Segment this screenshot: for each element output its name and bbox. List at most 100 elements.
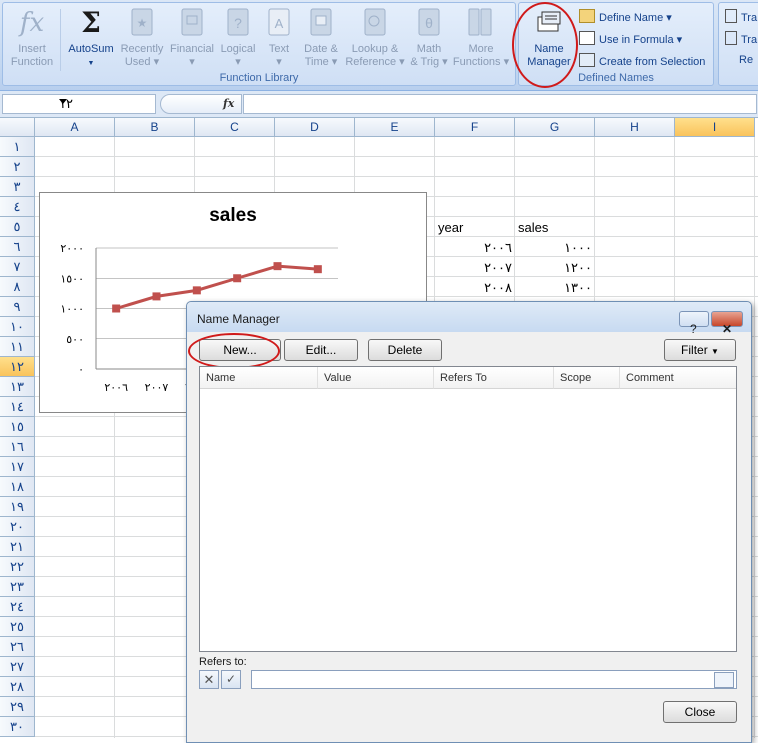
data-point[interactable] (112, 304, 121, 313)
column-header-b[interactable]: B (115, 118, 195, 137)
trace-precedents-button[interactable]: Tra (725, 9, 757, 24)
text-button[interactable]: A Text ▾ (261, 7, 297, 69)
close-button[interactable]: Close (663, 701, 737, 723)
edit-button-label: Edit... (305, 343, 337, 357)
cell-G8[interactable]: ١٣٠٠ (515, 278, 595, 298)
row-header[interactable]: ٢٤ (0, 597, 35, 617)
row-header[interactable]: ١٤ (0, 397, 35, 417)
column-gridline (754, 137, 755, 738)
row-header[interactable]: ٢٩ (0, 697, 35, 717)
column-header-f[interactable]: F (435, 118, 515, 137)
cancel-edit-icon[interactable]: ✕ (199, 670, 219, 689)
close-x-button[interactable]: ✕ (711, 311, 743, 336)
column-header-c[interactable]: C (195, 118, 275, 137)
create-from-selection-button[interactable]: Create from Selection (579, 53, 705, 68)
names-list[interactable]: Name Value Refers To Scope Comment (199, 366, 737, 652)
row-header[interactable]: ٧ (0, 257, 35, 277)
logical-button[interactable]: ? Logical ▾ (217, 7, 259, 69)
y-tick-label: ١٠٠٠ (60, 303, 84, 316)
cell-F8[interactable]: ٢٠٠٨ (435, 278, 515, 298)
cell-F7[interactable]: ٢٠٠٧ (435, 258, 515, 278)
cell-G7[interactable]: ١٢٠٠ (515, 258, 595, 278)
book-date-icon (310, 8, 332, 36)
column-header-d[interactable]: D (275, 118, 355, 137)
logical-label: Logical (220, 43, 256, 55)
row-header[interactable]: ١٧ (0, 457, 35, 477)
data-point[interactable] (192, 286, 201, 295)
row-header[interactable]: ٦ (0, 237, 35, 257)
help-button[interactable]: ? (679, 311, 709, 336)
name-box[interactable]: ١٢ (2, 94, 156, 114)
data-point[interactable] (313, 265, 322, 274)
row-header[interactable]: ٢ (0, 157, 35, 177)
row-header[interactable]: ١٥ (0, 417, 35, 437)
data-point[interactable] (152, 292, 161, 301)
cell-F5[interactable]: year (435, 218, 515, 238)
math-trig-button[interactable]: θ Math & Trig ▾ (407, 7, 451, 69)
insert-function-fx-button[interactable]: fx (160, 94, 242, 114)
column-header-a[interactable]: A (35, 118, 115, 137)
col-header-value[interactable]: Value (318, 367, 434, 389)
row-header[interactable]: ٢٠ (0, 517, 35, 537)
data-point[interactable] (273, 262, 282, 271)
collapse-dialog-icon[interactable] (714, 672, 734, 688)
row-header[interactable]: ٢٨ (0, 677, 35, 697)
cell-G5[interactable]: sales (515, 218, 595, 238)
row-header[interactable]: ١١ (0, 337, 35, 357)
row-header[interactable]: ١٦ (0, 437, 35, 457)
lookup-reference-button[interactable]: Lookup & Reference ▾ (343, 7, 407, 69)
delete-button[interactable]: Delete (368, 339, 442, 361)
col-header-refers-to[interactable]: Refers To (434, 367, 554, 389)
confirm-edit-icon[interactable]: ✓ (221, 670, 241, 689)
remove-arrows-button[interactable]: Re (725, 53, 753, 66)
row-header[interactable]: ١٣ (0, 377, 35, 397)
formula-input[interactable] (243, 94, 757, 114)
insert-function-button[interactable]: fx Insert Function (7, 7, 57, 69)
row-header[interactable]: ٢١ (0, 537, 35, 557)
more-functions-button[interactable]: More Functions ▾ (451, 7, 511, 69)
row-header[interactable]: ٣٠ (0, 717, 35, 737)
row-header[interactable]: ٢٣ (0, 577, 35, 597)
column-header-g[interactable]: G (515, 118, 595, 137)
row-header[interactable]: ٣ (0, 177, 35, 197)
column-header-h[interactable]: H (595, 118, 675, 137)
row-header[interactable]: ٥ (0, 217, 35, 237)
y-tick-label: ٢٠٠٠ (60, 242, 84, 255)
row-header[interactable]: ١ (0, 137, 35, 157)
recently-used-button[interactable]: ★ Recently Used ▾ (119, 7, 165, 69)
trace-dependents-button[interactable]: Tra (725, 31, 757, 46)
row-header[interactable]: ١٩ (0, 497, 35, 517)
row-header[interactable]: ١٢ (0, 357, 35, 377)
row-gridline (35, 176, 758, 177)
date-time-button[interactable]: Date & Time ▾ (299, 7, 343, 69)
financial-button[interactable]: Financial ▾ (167, 7, 217, 69)
col-header-scope[interactable]: Scope (554, 367, 620, 389)
date-time-label: Date & (304, 43, 338, 55)
select-all-corner[interactable] (0, 118, 35, 137)
row-header[interactable]: ١٨ (0, 477, 35, 497)
column-header-e[interactable]: E (355, 118, 435, 137)
row-header[interactable]: ٨ (0, 277, 35, 297)
create-from-selection-label: Create from Selection (599, 56, 706, 68)
data-point[interactable] (233, 274, 242, 283)
row-header[interactable]: ١٠ (0, 317, 35, 337)
edit-button[interactable]: Edit... (284, 339, 358, 361)
use-in-formula-button[interactable]: Use in Formula ▾ (579, 31, 682, 46)
row-header[interactable]: ٢٦ (0, 637, 35, 657)
row-header[interactable]: ٩ (0, 297, 35, 317)
define-name-button[interactable]: Define Name ▾ (579, 9, 672, 24)
cell-F6[interactable]: ٢٠٠٦ (435, 238, 515, 258)
book-question-icon: ? (227, 8, 249, 36)
row-header[interactable]: ٢٢ (0, 557, 35, 577)
close-icon: ✕ (722, 322, 733, 336)
row-header[interactable]: ٢٧ (0, 657, 35, 677)
col-header-comment[interactable]: Comment (620, 367, 736, 389)
refers-to-input[interactable] (251, 670, 737, 689)
cell-G6[interactable]: ١٠٠٠ (515, 238, 595, 258)
row-header[interactable]: ٢٥ (0, 617, 35, 637)
col-header-name[interactable]: Name (200, 367, 318, 389)
filter-button[interactable]: Filter ▼ (664, 339, 736, 361)
autosum-button[interactable]: Σ AutoSum ▼ (63, 7, 119, 70)
column-header-i[interactable]: I (675, 118, 755, 137)
row-header[interactable]: ٤ (0, 197, 35, 217)
